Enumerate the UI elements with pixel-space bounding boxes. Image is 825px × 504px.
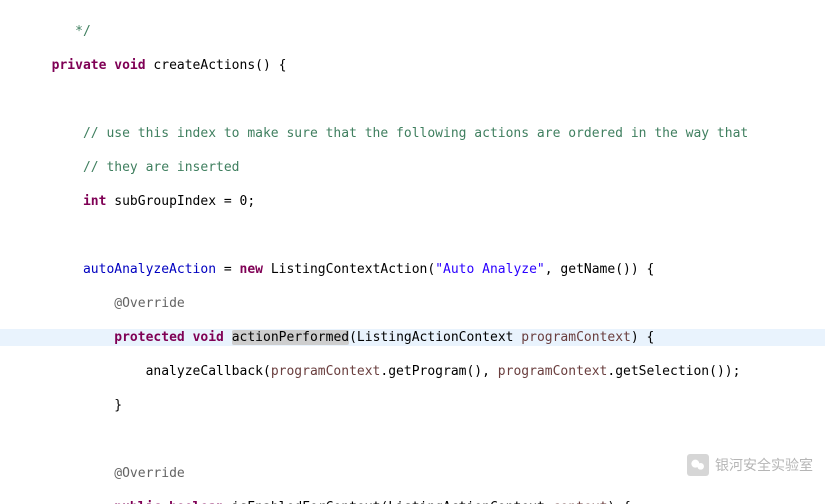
- kw-void: void: [114, 58, 145, 73]
- kw-int: int: [83, 194, 106, 209]
- text: (ListingActionContext: [349, 330, 521, 345]
- selected-method-name: actionPerformed: [232, 330, 349, 345]
- text: createActions() {: [146, 58, 287, 73]
- brace: }: [114, 398, 122, 413]
- comment: */: [36, 24, 91, 39]
- kw-new: new: [240, 262, 263, 277]
- string: "Auto Analyze": [435, 262, 545, 277]
- comment: // use this index to make sure that the …: [83, 126, 748, 141]
- text: =: [216, 262, 239, 277]
- text: isEnabledForContext(ListingActionContext: [224, 500, 553, 504]
- param: programContext: [498, 364, 608, 379]
- blank-line: [36, 227, 825, 244]
- annotation: @Override: [114, 466, 184, 481]
- kw-boolean: boolean: [169, 500, 224, 504]
- kw-void: void: [193, 330, 224, 345]
- blank-line: [36, 431, 825, 448]
- text: , getName()) {: [545, 262, 655, 277]
- param: programContext: [271, 364, 381, 379]
- text: analyzeCallback(: [146, 364, 271, 379]
- text: subGroupIndex = 0;: [106, 194, 255, 209]
- annotation: @Override: [114, 296, 184, 311]
- code-block: */ private void createActions() { // use…: [0, 0, 825, 504]
- kw-protected: protected: [114, 330, 184, 345]
- highlighted-line: protected void actionPerformed(ListingAc…: [0, 329, 825, 346]
- kw-private: private: [52, 58, 107, 73]
- text: ) {: [607, 500, 630, 504]
- text: .getSelection());: [607, 364, 740, 379]
- kw-public: public: [114, 500, 161, 504]
- param: programContext: [521, 330, 631, 345]
- text: ) {: [631, 330, 654, 345]
- text: ListingContextAction(: [263, 262, 435, 277]
- text: .getProgram(),: [380, 364, 497, 379]
- comment: // they are inserted: [83, 160, 240, 175]
- param: context: [553, 500, 608, 504]
- field: autoAnalyzeAction: [83, 262, 216, 277]
- blank-line: [36, 91, 825, 108]
